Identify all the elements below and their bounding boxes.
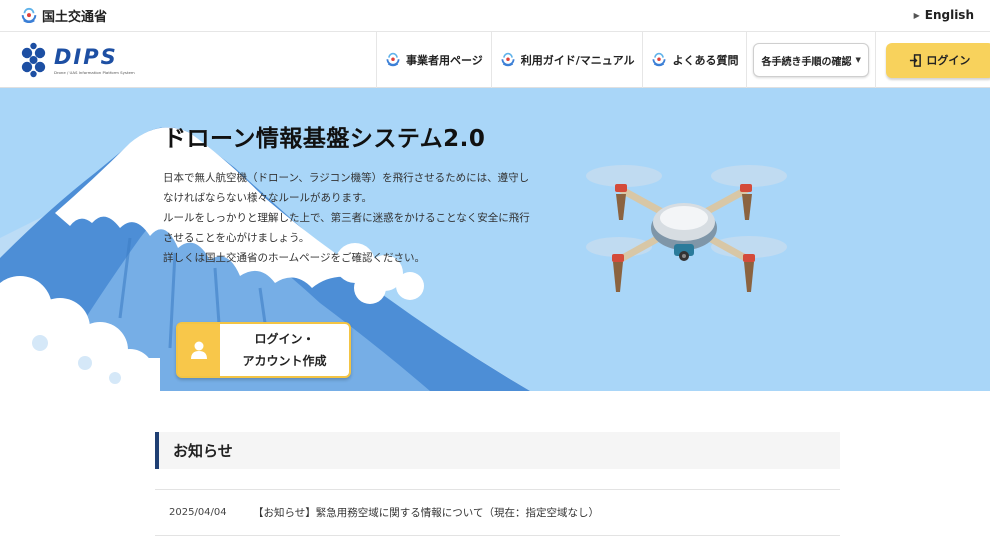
nav-label: よくある質問 bbox=[672, 54, 739, 67]
dips-logo-subtext: Drone / UAS Information Platform System bbox=[54, 70, 135, 75]
mlit-emblem-icon bbox=[386, 52, 400, 67]
hero-description: 日本で無人航空機（ドローン、ラジコン機等）を飛行させるためには、遵守し なければ… bbox=[163, 168, 573, 268]
news-heading: お知らせ bbox=[173, 442, 233, 460]
cta-text: ログイン・ アカウント作成 bbox=[220, 324, 349, 376]
hero-section: ドローン情報基盤システム2.0 日本で無人航空機（ドローン、ラジコン機等）を飛行… bbox=[0, 88, 990, 391]
cta-line2: アカウント作成 bbox=[242, 354, 327, 368]
nav-label: 事業者用ページ bbox=[406, 54, 483, 67]
mlit-emblem-icon bbox=[501, 52, 515, 67]
hero-title: ドローン情報基盤システム2.0 bbox=[163, 126, 486, 152]
hero-description-line: させることを心がけましょう。 bbox=[163, 232, 310, 244]
news-title-link[interactable]: 【お知らせ】緊急用務空域に関する情報について（現在：指定空域なし） bbox=[253, 505, 599, 520]
user-icon bbox=[191, 341, 207, 359]
news-heading-bar: お知らせ bbox=[155, 432, 840, 469]
mlit-emblem-icon bbox=[21, 7, 37, 23]
mlit-logo-link[interactable]: 国土交通省 bbox=[20, 6, 107, 25]
login-wrap: ログイン bbox=[874, 32, 990, 88]
nav-procedures-wrap: 各手続き手順の確認 ▼ bbox=[746, 32, 874, 88]
hero-description-line: ルールをしっかりと理解した上で、第三者に迷惑をかけることなく安全に飛行 bbox=[163, 212, 530, 224]
procedures-label: 各手続き手順の確認 bbox=[761, 56, 852, 68]
dips-logo-text: DIPS bbox=[54, 45, 118, 69]
hero-description-line: 日本で無人航空機（ドローン、ラジコン機等）を飛行させるためには、遵守し bbox=[163, 172, 530, 184]
nav-business-page[interactable]: 事業者用ページ bbox=[376, 32, 491, 88]
login-icon bbox=[910, 53, 922, 67]
triangle-right-icon: ▶ bbox=[913, 10, 920, 20]
site-header: DIPS Drone / UAS Information Platform Sy… bbox=[0, 32, 990, 88]
hero-description-line: なければならない様々なルールがあります。 bbox=[163, 192, 372, 204]
english-label: English bbox=[924, 8, 974, 22]
login-create-account-button[interactable]: ログイン・ アカウント作成 bbox=[176, 322, 351, 378]
main-nav: 事業者用ページ 利用ガイド/マニュアル よくある質問 各手続き手順の確認 ▼ ロ… bbox=[376, 32, 990, 88]
top-bar: 国土交通省 ▶ English bbox=[0, 0, 990, 32]
caret-down-icon: ▼ bbox=[855, 56, 861, 64]
nav-label: 利用ガイド/マニュアル bbox=[520, 54, 635, 67]
login-button[interactable]: ログイン bbox=[885, 42, 990, 78]
nav-user-guide[interactable]: 利用ガイド/マニュアル bbox=[490, 32, 643, 88]
news-date: 2025/04/04 bbox=[169, 507, 227, 518]
login-label: ログイン bbox=[926, 54, 971, 67]
english-link[interactable]: ▶ English bbox=[914, 8, 974, 22]
cta-line1: ログイン・ bbox=[254, 332, 315, 346]
cta-icon-box bbox=[178, 324, 220, 376]
news-item[interactable]: 2025/04/04 【お知らせ】緊急用務空域に関する情報について（現在：指定空… bbox=[155, 489, 840, 536]
hero-description-line: 詳しくは国土交通省のホームページをご確認ください。 bbox=[163, 252, 425, 264]
mlit-emblem-icon bbox=[652, 52, 666, 67]
ministry-name: 国土交通省 bbox=[42, 10, 108, 25]
procedures-dropdown[interactable]: 各手続き手順の確認 ▼ bbox=[753, 43, 869, 77]
drone-illustration bbox=[586, 165, 787, 292]
nav-faq[interactable]: よくある質問 bbox=[642, 32, 746, 88]
dips-logo[interactable]: DIPS Drone / UAS Information Platform Sy… bbox=[18, 41, 158, 79]
